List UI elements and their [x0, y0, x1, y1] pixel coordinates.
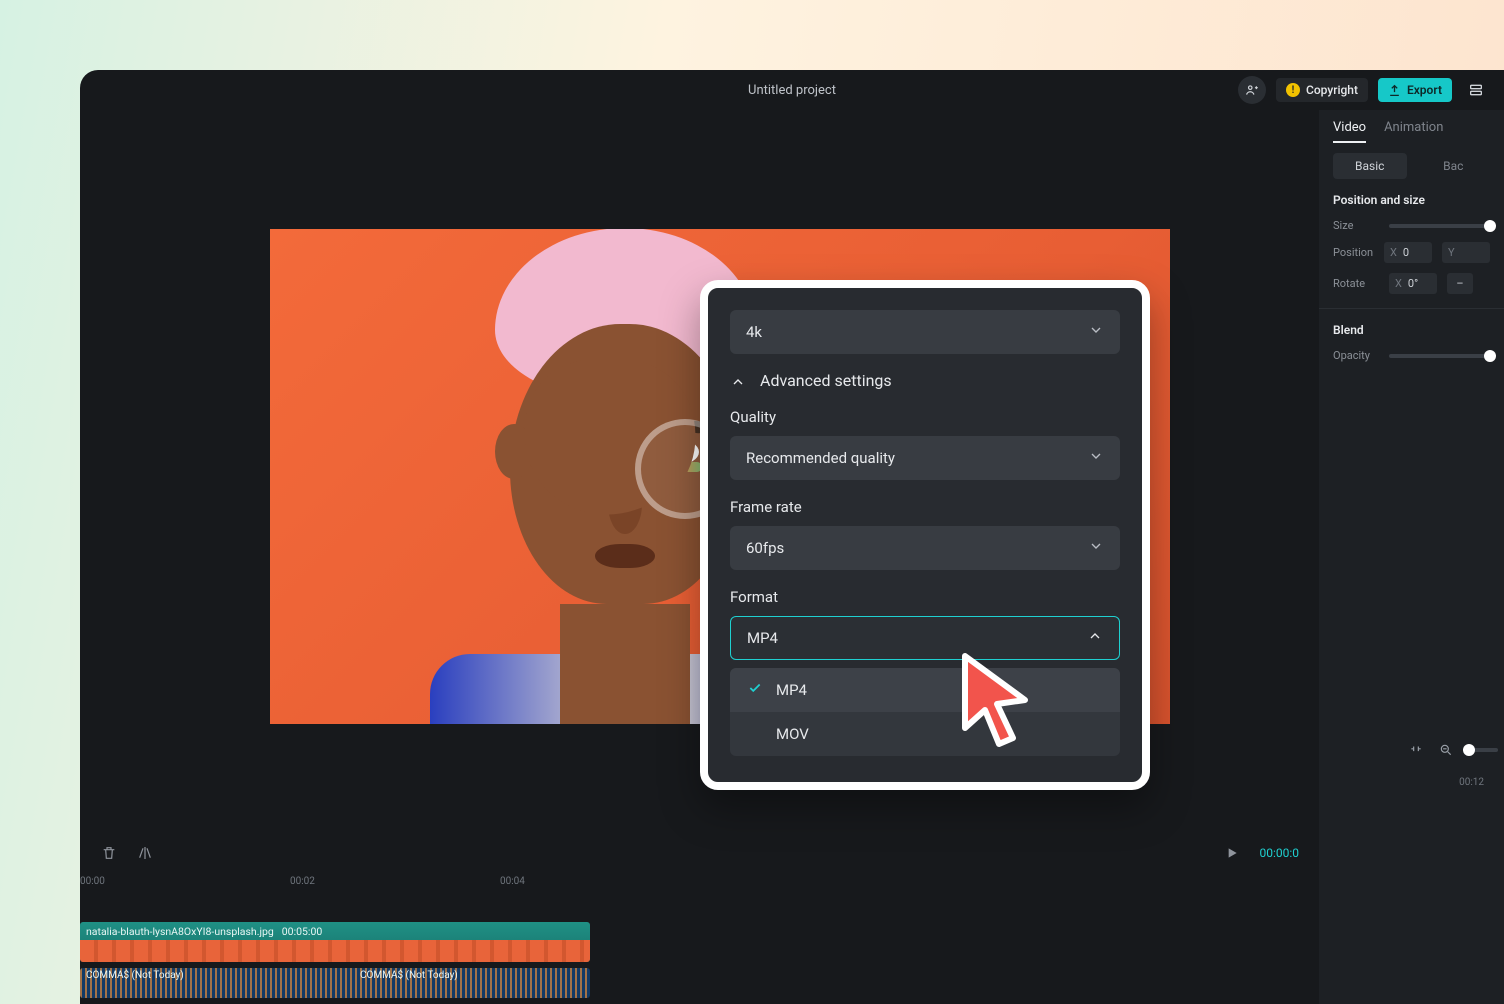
- ruler-mark: 00:02: [290, 876, 500, 898]
- zoom-out-icon[interactable]: [1438, 742, 1454, 758]
- ruler-mark: 00:04: [500, 876, 710, 898]
- export-label: Export: [1407, 83, 1442, 97]
- play-icon[interactable]: [1223, 844, 1241, 862]
- advanced-settings-toggle[interactable]: Advanced settings: [730, 370, 1120, 390]
- snap-icon[interactable]: [1408, 742, 1424, 758]
- format-value: MP4: [747, 629, 778, 647]
- clip-duration: 00:05:00: [282, 925, 323, 938]
- timeline-zoom-controls: [1408, 742, 1504, 758]
- size-label: Size: [1333, 219, 1379, 232]
- upload-icon: [1388, 84, 1401, 97]
- format-option-label: MP4: [776, 681, 807, 699]
- audio-clip-name: COMMA$ (Not Today): [86, 970, 184, 981]
- playhead-time: 00:00:0: [1259, 846, 1299, 860]
- audio-track-clip[interactable]: COMMA$ (Not Today) COMMA$ (Not Today): [80, 968, 590, 998]
- resolution-select[interactable]: 4k: [730, 310, 1120, 354]
- position-x-input[interactable]: X0: [1384, 242, 1432, 263]
- mirror-icon[interactable]: [136, 844, 154, 862]
- quality-label: Quality: [730, 408, 1120, 426]
- time-ruler[interactable]: 00:00 00:02 00:04: [80, 876, 1319, 898]
- chevron-down-icon: [1088, 322, 1104, 342]
- zoom-slider[interactable]: [1468, 748, 1498, 752]
- opacity-slider[interactable]: [1389, 354, 1490, 358]
- player-controls: 00:00:0: [80, 830, 1319, 876]
- framerate-select[interactable]: 60fps: [730, 526, 1120, 570]
- ruler-mark: 00:00: [80, 876, 290, 898]
- check-icon: [748, 681, 762, 699]
- titlebar: Untitled project ! Copyright Export: [80, 70, 1504, 110]
- opacity-label: Opacity: [1333, 349, 1379, 362]
- section-blend: Blend: [1333, 323, 1490, 337]
- rotate-reset-button[interactable]: –: [1447, 273, 1473, 294]
- tab-video[interactable]: Video: [1333, 120, 1366, 143]
- subtab-background[interactable]: Bac: [1417, 153, 1491, 179]
- framerate-value: 60fps: [746, 539, 784, 557]
- subtab-basic[interactable]: Basic: [1333, 153, 1407, 179]
- project-title[interactable]: Untitled project: [748, 83, 836, 98]
- audio-clip-name: COMMA$ (Not Today): [360, 970, 458, 981]
- ruler-mark: 00:12: [1459, 777, 1484, 788]
- export-button[interactable]: Export: [1378, 78, 1452, 102]
- quality-select[interactable]: Recommended quality: [730, 436, 1120, 480]
- warning-icon: !: [1286, 83, 1300, 97]
- format-label: Format: [730, 588, 1120, 606]
- share-icon-button[interactable]: [1238, 76, 1266, 104]
- properties-panel: Video Animation Basic Bac Position and s…: [1319, 110, 1504, 1004]
- size-slider[interactable]: [1389, 224, 1490, 228]
- copyright-label: Copyright: [1306, 83, 1358, 97]
- chevron-up-icon: [730, 370, 746, 390]
- quality-value: Recommended quality: [746, 449, 895, 467]
- clip-filename: natalia-blauth-lysnA8OxYI8-unsplash.jpg: [86, 925, 274, 938]
- format-option-mov[interactable]: MOV: [730, 712, 1120, 756]
- framerate-label: Frame rate: [730, 498, 1120, 516]
- rotate-input[interactable]: X0°: [1389, 273, 1437, 294]
- tab-animation[interactable]: Animation: [1384, 120, 1443, 143]
- section-position-size: Position and size: [1333, 193, 1490, 207]
- chevron-down-icon: [1088, 448, 1104, 468]
- export-settings-modal: 4k Advanced settings Quality Recommended…: [700, 280, 1150, 790]
- resolution-value: 4k: [746, 323, 762, 341]
- copyright-button[interactable]: ! Copyright: [1276, 78, 1368, 102]
- format-option-label: MOV: [776, 725, 809, 743]
- rotate-label: Rotate: [1333, 277, 1379, 290]
- chevron-down-icon: [1088, 538, 1104, 558]
- format-option-mp4[interactable]: MP4: [730, 668, 1120, 712]
- queue-icon-button[interactable]: [1462, 76, 1490, 104]
- format-dropdown-menu: MP4 MOV: [730, 668, 1120, 756]
- advanced-settings-label: Advanced settings: [760, 371, 892, 390]
- position-y-input[interactable]: Y: [1442, 242, 1490, 263]
- timeline[interactable]: 00:00 00:02 00:04 natalia-blauth-lysnA8O…: [80, 876, 1319, 1004]
- format-select[interactable]: MP4: [730, 616, 1120, 660]
- delete-icon[interactable]: [100, 844, 118, 862]
- chevron-up-icon: [1087, 628, 1103, 648]
- position-label: Position: [1333, 246, 1374, 259]
- video-track-clip[interactable]: natalia-blauth-lysnA8OxYI8-unsplash.jpg …: [80, 922, 590, 962]
